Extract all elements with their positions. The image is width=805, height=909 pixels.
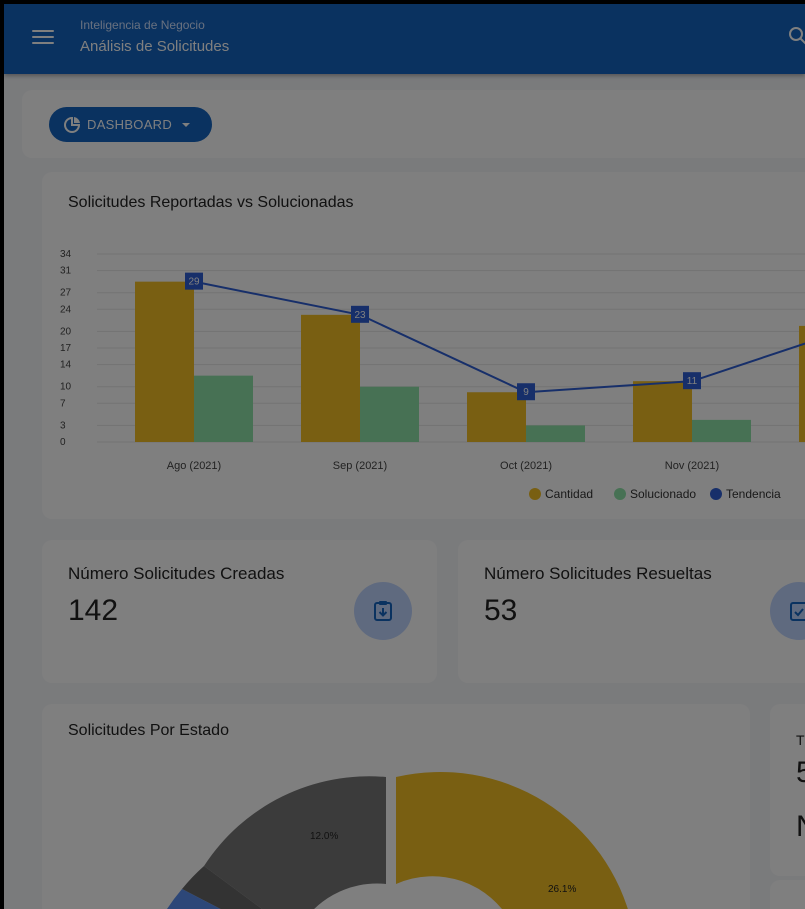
y-tick-label: 17 xyxy=(60,343,72,354)
x-tick-label: Oct (2021) xyxy=(500,460,552,472)
donut-label: 26.1% xyxy=(548,884,576,895)
menu-icon[interactable] xyxy=(32,30,54,48)
y-tick-label: 20 xyxy=(60,326,72,337)
app-frame: Inteligencia de Negocio Análisis de Soli… xyxy=(4,4,805,909)
y-tick-label: 24 xyxy=(60,304,72,315)
x-tick-label: Nov (2021) xyxy=(665,460,719,472)
requests-chart-card: Solicitudes Reportadas vs Solucionadas 0… xyxy=(42,172,805,519)
file-download-icon xyxy=(354,582,412,640)
y-tick-label: 27 xyxy=(60,288,72,299)
state-chart-card: Solicitudes Por Estado 12.0% 26.1% xyxy=(42,704,750,909)
y-tick-label: 7 xyxy=(60,398,66,409)
app-subtitle: Inteligencia de Negocio xyxy=(80,18,205,32)
bar-solucionado xyxy=(360,386,419,442)
trend-line xyxy=(193,280,805,394)
y-tick-label: 31 xyxy=(60,266,72,277)
trend-point-label: 29 xyxy=(188,277,200,288)
kpi-value-resolved: 53 xyxy=(484,594,518,627)
dashboard-dropdown-button[interactable]: DASHBOARD xyxy=(49,107,212,142)
bar-solucionado xyxy=(194,375,253,442)
requests-chart: 0 3 7 10 14 17 20 24 27 31 34 Ago (2021) Sep (2021) O… xyxy=(60,249,805,501)
kpi-value-created: 142 xyxy=(68,594,119,627)
state-donut-chart: 12.0% 26.1% xyxy=(167,771,628,909)
bar-cantidad xyxy=(301,314,360,442)
legend-label: Solucionado xyxy=(630,487,696,501)
y-tick-label: 34 xyxy=(60,249,72,260)
bar-cantidad xyxy=(633,381,692,442)
y-tick-label: 0 xyxy=(60,437,66,448)
bar-solucionado xyxy=(692,419,751,442)
x-tick-label: Ago (2021) xyxy=(167,460,221,472)
y-tick-label: 3 xyxy=(60,420,66,431)
bar-cantidad xyxy=(135,281,194,442)
side-card-bottom xyxy=(770,880,805,909)
dashboard-toolbar: DASHBOARD xyxy=(22,90,805,158)
x-tick-label: Sep (2021) xyxy=(333,460,387,472)
side-text-1: T xyxy=(796,732,805,748)
page-title: Análisis de Solicitudes xyxy=(80,38,230,55)
side-summary-card: T 5 N xyxy=(770,704,805,876)
bar-solucionado xyxy=(526,425,585,442)
kpi-title-resolved: Número Solicitudes Resueltas xyxy=(484,564,712,583)
legend-swatch xyxy=(614,488,626,500)
donut-label: 12.0% xyxy=(310,831,338,842)
legend-swatch xyxy=(529,488,541,500)
pie-chart-icon xyxy=(64,116,81,133)
y-tick-label: 10 xyxy=(60,382,72,393)
side-text-3: N xyxy=(796,810,805,844)
donut-slice-thin xyxy=(386,777,396,884)
legend-label: Cantidad xyxy=(545,487,593,501)
clipboard-check-icon xyxy=(770,582,805,640)
kpi-card-created: Número Solicitudes Creadas 142 xyxy=(42,540,437,683)
kpi-card-resolved: Número Solicitudes Resueltas 53 xyxy=(458,540,805,683)
trend-point-label: 23 xyxy=(354,310,366,321)
trend-point-label: 9 xyxy=(523,387,529,398)
kpi-title-created: Número Solicitudes Creadas xyxy=(68,564,285,583)
search-icon[interactable] xyxy=(788,26,805,46)
dashboard-label: DASHBOARD xyxy=(87,117,173,132)
trend-point-label: 11 xyxy=(687,376,698,387)
legend-label: Tendencia xyxy=(726,487,781,501)
legend-swatch xyxy=(710,488,722,500)
chevron-down-icon xyxy=(182,122,191,127)
side-text-2: 5 xyxy=(796,756,805,789)
donut-slice-yellow xyxy=(396,771,628,909)
top-app-bar: Inteligencia de Negocio Análisis de Soli… xyxy=(4,4,805,74)
y-tick-label: 14 xyxy=(60,360,72,371)
